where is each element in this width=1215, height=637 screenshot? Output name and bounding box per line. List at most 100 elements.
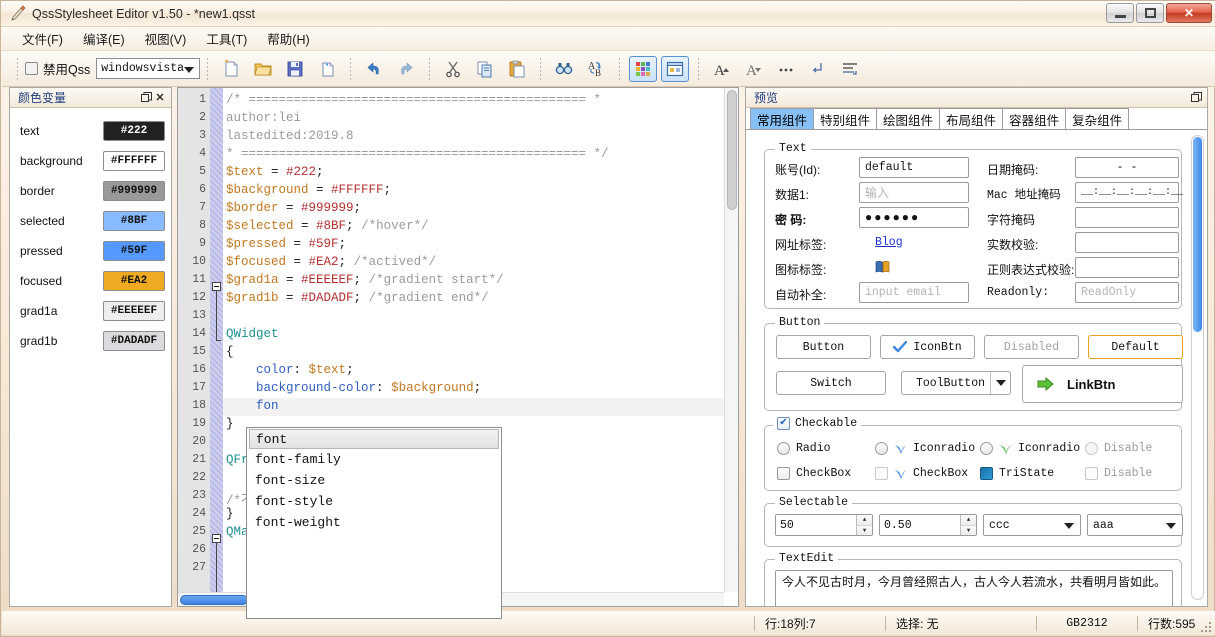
input-data1[interactable]: 输入: [859, 182, 969, 203]
spinbox-stepper[interactable]: ▲ ▼: [856, 515, 872, 535]
code-line[interactable]: $focused = #EA2; /*actived*/: [226, 255, 436, 269]
save-file-button[interactable]: [281, 56, 309, 82]
tab-special[interactable]: 特别组件: [813, 108, 878, 129]
editor-vertical-scrollbar[interactable]: [724, 88, 738, 592]
tab-drawing[interactable]: 绘图组件: [876, 108, 941, 129]
button-link[interactable]: LinkBtn: [1022, 365, 1183, 403]
autocomplete-item-font[interactable]: font: [249, 429, 499, 449]
more-button[interactable]: [772, 56, 800, 82]
autocomplete-item-font-weight[interactable]: font-weight: [247, 512, 501, 533]
font-bigger-button[interactable]: A: [708, 56, 736, 82]
paste-button[interactable]: [503, 56, 531, 82]
input-autocomplete[interactable]: input email: [859, 282, 969, 303]
link-blog[interactable]: Blog: [875, 236, 903, 249]
checkbox-icon-variant[interactable]: CheckBox: [875, 467, 968, 480]
color-swatch-button[interactable]: #EEEEEF: [103, 301, 165, 321]
restore-icon[interactable]: [1189, 91, 1203, 105]
spin-down-icon[interactable]: ▼: [961, 525, 976, 535]
tab-container[interactable]: 容器组件: [1002, 108, 1067, 129]
input-date-mask[interactable]: - -: [1075, 157, 1179, 178]
code-line[interactable]: $selected = #8BF; /*hover*/: [226, 219, 429, 233]
radio-icon[interactable]: [777, 442, 790, 455]
radio-plain[interactable]: Radio: [777, 442, 831, 455]
code-line[interactable]: QWidget: [226, 327, 279, 341]
button-switch[interactable]: Switch: [776, 371, 886, 395]
spinbox-stepper[interactable]: ▲ ▼: [960, 515, 976, 535]
spinbox-double[interactable]: 0.50 ▲ ▼: [879, 514, 977, 536]
disable-qss-checkbox[interactable]: [25, 62, 38, 75]
radio-iconradio-2[interactable]: Iconradio: [980, 442, 1080, 455]
combobox-aaa[interactable]: aaa: [1087, 514, 1183, 536]
checkbox-icon[interactable]: [980, 467, 993, 480]
redo-button[interactable]: [392, 56, 420, 82]
spinbox-integer[interactable]: 50 ▲ ▼: [775, 514, 873, 536]
code-line[interactable]: $border = #999999;: [226, 201, 361, 215]
checkbox-icon[interactable]: [777, 467, 790, 480]
menu-file[interactable]: 文件(F): [12, 26, 73, 51]
combobox-ccc[interactable]: ccc: [983, 514, 1081, 536]
style-combo[interactable]: windowsvista: [96, 58, 201, 79]
input-char-mask[interactable]: [1075, 207, 1179, 228]
code-line[interactable]: $background = #FFFFFF;: [226, 183, 391, 197]
radio-icon[interactable]: [980, 442, 993, 455]
color-swatch-button[interactable]: #222: [103, 121, 165, 141]
color-swatch-button[interactable]: #8BF: [103, 211, 165, 231]
find-button[interactable]: [550, 56, 578, 82]
code-line[interactable]: }: [226, 417, 234, 431]
indent-button[interactable]: [836, 56, 864, 82]
preview-panel-button[interactable]: [661, 55, 690, 82]
color-swatch-button[interactable]: #FFFFFF: [103, 151, 165, 171]
open-folder-button[interactable]: [249, 56, 277, 82]
code-line[interactable]: color: $text;: [226, 363, 354, 377]
input-mac-mask[interactable]: __:__:__:__:__:__: [1075, 182, 1183, 203]
color-swatch-button[interactable]: #999999: [103, 181, 165, 201]
input-real-validator[interactable]: [1075, 232, 1179, 253]
color-swatch-button[interactable]: #DADADF: [103, 331, 165, 351]
menu-compile[interactable]: 编译(E): [73, 26, 135, 51]
tab-complex[interactable]: 复杂组件: [1065, 108, 1130, 129]
spin-up-icon[interactable]: ▲: [961, 515, 976, 526]
textedit-area[interactable]: 今人不见古时月，今月曾经照古人，古人今人若流水，共看明月皆如此。: [775, 570, 1173, 606]
fold-marker-15[interactable]: [212, 282, 221, 291]
fold-marker-25[interactable]: [212, 606, 221, 607]
checkable-group-header[interactable]: ✔ Checkable: [773, 417, 862, 430]
replace-button[interactable]: A B: [582, 56, 610, 82]
color-panel-button[interactable]: [629, 55, 658, 82]
menu-tools[interactable]: 工具(T): [196, 26, 257, 51]
tab-layout[interactable]: 布局组件: [939, 108, 1004, 129]
code-line[interactable]: * ======================================…: [226, 147, 609, 161]
copy-button[interactable]: [471, 56, 499, 82]
menu-view[interactable]: 视图(V): [135, 26, 197, 51]
menu-help[interactable]: 帮助(H): [257, 26, 319, 51]
resize-grip[interactable]: [1199, 620, 1211, 632]
checkbox-tristate[interactable]: TriState: [980, 467, 1054, 480]
editor-hscroll-thumb[interactable]: [180, 595, 248, 605]
color-swatch-button[interactable]: #EA2: [103, 271, 165, 291]
wrap-button[interactable]: [804, 56, 832, 82]
radio-icon[interactable]: [875, 442, 888, 455]
code-line[interactable]: }: [226, 507, 234, 521]
cut-button[interactable]: [439, 56, 467, 82]
code-line[interactable]: $text = #222;: [226, 165, 324, 179]
code-line[interactable]: $pressed = #59F;: [226, 237, 346, 251]
minimize-button[interactable]: [1106, 3, 1134, 23]
code-line[interactable]: {: [226, 345, 234, 359]
new-file-button[interactable]: [217, 56, 245, 82]
code-line[interactable]: /* =====================================…: [226, 93, 601, 107]
autocomplete-item-font-family[interactable]: font-family: [247, 449, 501, 470]
fold-marker-21[interactable]: [212, 534, 221, 543]
button-default[interactable]: Default: [1088, 335, 1183, 359]
font-smaller-button[interactable]: A: [740, 56, 768, 82]
code-line[interactable]: background-color: $background;: [226, 381, 481, 395]
code-line[interactable]: lastedited:2019.8: [226, 129, 354, 143]
undo-button[interactable]: [360, 56, 388, 82]
spin-down-icon[interactable]: ▼: [857, 525, 872, 535]
checkbox-plain[interactable]: CheckBox: [777, 467, 851, 480]
maximize-button[interactable]: [1136, 3, 1164, 23]
radio-iconradio-1[interactable]: Iconradio: [875, 442, 975, 455]
input-password[interactable]: ●●●●●●: [859, 207, 969, 228]
autocomplete-item-font-size[interactable]: font-size: [247, 470, 501, 491]
autocomplete-popup[interactable]: font font-family font-size font-style fo…: [246, 427, 502, 619]
chevron-down-icon[interactable]: [990, 372, 1010, 394]
button-toolbutton[interactable]: ToolButton: [901, 371, 1011, 395]
